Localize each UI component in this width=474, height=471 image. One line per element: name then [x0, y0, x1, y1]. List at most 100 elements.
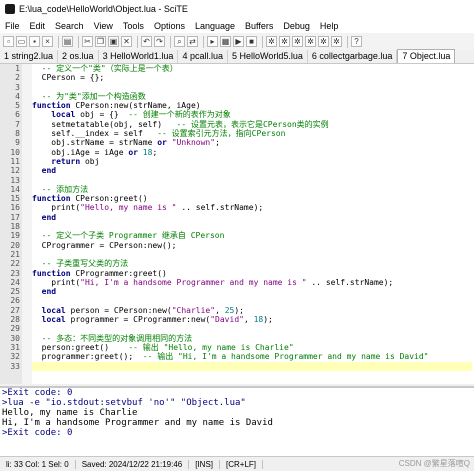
code-line[interactable]: 9 obj.strName = strName or "Unknown";: [15, 138, 472, 147]
tab-helloworld1[interactable]: 3 HelloWorld1.lua: [99, 50, 179, 63]
code-line[interactable]: 29: [10, 324, 472, 333]
code-text: function CPerson:greet(): [32, 194, 148, 204]
menu-view[interactable]: View: [89, 21, 118, 31]
line-number: 7: [15, 119, 20, 129]
code-line[interactable]: 18: [10, 222, 472, 231]
paste-icon[interactable]: ▣: [108, 36, 119, 47]
output-line: >Exit code: 0: [2, 428, 73, 438]
tab-string2[interactable]: 1 string2.lua: [0, 50, 59, 63]
code-line[interactable]: 28 local programmer = CProgrammer:new("D…: [10, 315, 472, 324]
code-line[interactable]: 30 -- 多态：不同类型的对象调用相同的方法: [10, 334, 472, 343]
menu-language[interactable]: Language: [190, 21, 240, 31]
code-line[interactable]: 1 -- 定义一个"类"（实际上是一个表）: [15, 64, 472, 73]
code-area[interactable]: 1 -- 定义一个"类"（实际上是一个表） 2 CPerson = {}; 3 4 -…: [10, 64, 472, 371]
line-number: 6: [15, 110, 20, 120]
compile-icon[interactable]: ▸: [207, 36, 218, 47]
debug-run-icon[interactable]: ✲: [266, 36, 277, 47]
code-line[interactable]: 26: [10, 296, 472, 305]
line-number: 9: [15, 138, 20, 148]
build-icon[interactable]: ▦: [220, 36, 231, 47]
code-line[interactable]: 2 CPerson = {};: [15, 73, 472, 82]
cut-icon[interactable]: ✂: [82, 36, 93, 47]
debug-step-over-icon[interactable]: ✲: [292, 36, 303, 47]
delete-icon[interactable]: ✕: [121, 36, 132, 47]
code-text: print("Hi, I'm a handsome Programmer and…: [32, 277, 394, 287]
debug-step-icon[interactable]: ✲: [279, 36, 290, 47]
stop-icon[interactable]: ■: [246, 36, 257, 47]
code-line[interactable]: 24 print("Hi, I'm a handsome Programmer …: [10, 277, 472, 287]
debug-step-out-icon[interactable]: ✲: [305, 36, 316, 47]
code-line[interactable]: 27 local person = CPerson:new("Charlie",…: [10, 306, 472, 315]
code-line[interactable]: 15 function CPerson:greet(): [10, 194, 472, 204]
code-editor[interactable]: 1 -- 定义一个"类"（实际上是一个表） 2 CPerson = {}; 3 4 -…: [0, 64, 474, 384]
debug-watch-icon[interactable]: ✲: [318, 36, 329, 47]
code-line[interactable]: 14 -- 添加方法: [10, 185, 472, 194]
line-number: 31: [10, 342, 20, 352]
code-line[interactable]: 17 end: [10, 213, 472, 222]
close-file-icon[interactable]: ×: [42, 36, 53, 47]
output-line: >lua -e "io.stdout:setvbuf 'no'" "Object…: [2, 398, 246, 408]
code-line[interactable]: 11 return obj: [10, 156, 472, 166]
toolbar-separator: [347, 35, 348, 48]
code-line[interactable]: 16 print("Hello, my name is " .. self.st…: [10, 203, 472, 212]
menu-search[interactable]: Search: [50, 21, 89, 31]
menu-options[interactable]: Options: [149, 21, 190, 31]
code-text: return obj: [51, 156, 100, 166]
code-line[interactable]: 4 -- 为"类"添加一个构造函数: [15, 92, 472, 101]
help-icon[interactable]: ?: [351, 36, 362, 47]
code-line[interactable]: 12 end: [10, 166, 472, 175]
code-text: function CPerson:new(strName, iAge): [32, 101, 201, 111]
line-number: 18: [10, 222, 20, 232]
debug-stop-icon[interactable]: ✲: [331, 36, 342, 47]
copy-icon[interactable]: ❐: [95, 36, 106, 47]
code-line[interactable]: 33: [10, 361, 472, 371]
replace-icon[interactable]: ⇄: [187, 36, 198, 47]
line-number: 25: [10, 287, 20, 297]
code-line[interactable]: 31 person:greet() -- 输出 "Hello, my name …: [10, 343, 472, 352]
print-icon[interactable]: ▤: [62, 36, 73, 47]
toolbar: ▫ ▭ ▪ × ▤ ✂ ❐ ▣ ✕ ↶ ↷ ⌕ ⇄ ▸ ▦ ▶ ■ ✲ ✲ ✲ …: [0, 33, 474, 50]
undo-icon[interactable]: ↶: [141, 36, 152, 47]
find-icon[interactable]: ⌕: [174, 36, 185, 47]
output-line: >Exit code: 0: [2, 388, 73, 398]
code-line[interactable]: 8 self.__index = self -- 设置索引元方法，指向CPers…: [15, 129, 472, 138]
code-line[interactable]: 19 -- 定义一个子类 Programmer 继承自 CPerson: [10, 231, 472, 240]
code-line[interactable]: 7 setmetatable(obj, self) -- 设置元表，表示它是CP…: [15, 120, 472, 129]
line-number: 11: [10, 156, 20, 166]
code-line[interactable]: 22 -- 子类重写父类的方法: [10, 259, 472, 268]
menu-tools[interactable]: Tools: [118, 21, 149, 31]
code-line[interactable]: 10 obj.iAge = iAge or 18;: [10, 148, 472, 157]
code-line[interactable]: 13: [10, 176, 472, 185]
line-number: 4: [15, 91, 20, 101]
code-line[interactable]: 3: [15, 83, 472, 92]
output-pane[interactable]: >Exit code: 0 >lua -e "io.stdout:setvbuf…: [0, 386, 474, 456]
tab-collectgarbage[interactable]: 6 collectgarbage.lua: [308, 50, 398, 63]
output-line: Hi, I'm a handsome Programmer and my nam…: [2, 418, 273, 428]
line-number: 1: [15, 64, 20, 73]
tab-os[interactable]: 2 os.lua: [58, 50, 99, 63]
menu-edit[interactable]: Edit: [25, 21, 51, 31]
save-icon[interactable]: ▪: [29, 36, 40, 47]
menu-buffers[interactable]: Buffers: [240, 21, 278, 31]
open-file-icon[interactable]: ▭: [16, 36, 27, 47]
menu-file[interactable]: File: [0, 21, 25, 31]
tab-pcall[interactable]: 4 pcall.lua: [178, 50, 228, 63]
code-line[interactable]: 21: [10, 250, 472, 259]
go-icon[interactable]: ▶: [233, 36, 244, 47]
title-bar: E:\lua_code\HelloWorld\Object.lua - SciT…: [0, 0, 474, 18]
toolbar-separator: [137, 35, 138, 48]
fold-margin[interactable]: [22, 64, 32, 384]
code-line[interactable]: 23 function CProgrammer:greet(): [10, 269, 472, 278]
code-line[interactable]: 6 local obj = {} -- 创建一个新的表作为对象: [15, 110, 472, 119]
tab-object[interactable]: 7 Object.lua: [397, 49, 456, 63]
menu-debug[interactable]: Debug: [278, 21, 315, 31]
code-line[interactable]: 20 CProgrammer = CPerson:new();: [10, 241, 472, 250]
new-file-icon[interactable]: ▫: [3, 36, 14, 47]
line-number: 20: [10, 240, 20, 250]
redo-icon[interactable]: ↷: [154, 36, 165, 47]
code-line[interactable]: 25 end: [10, 287, 472, 296]
menu-help[interactable]: Help: [315, 21, 344, 31]
code-line[interactable]: 32 programmer:greet(); -- 输出 "Hi, I'm a …: [10, 352, 472, 361]
tab-helloworld5[interactable]: 5 HelloWorld5.lua: [228, 50, 308, 63]
menu-bar: File Edit Search View Tools Options Lang…: [0, 18, 474, 33]
